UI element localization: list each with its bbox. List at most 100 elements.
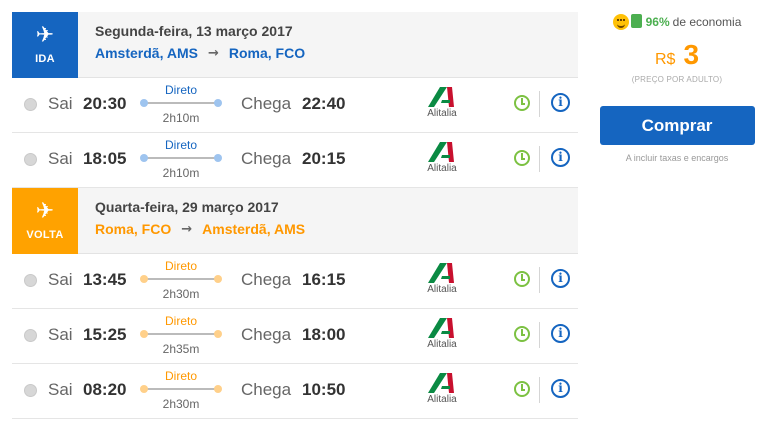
depart-time: 08:20: [83, 380, 127, 399]
route-destination: Roma, FCO: [228, 45, 306, 61]
flight-option[interactable]: Sai 08:20 Direto 2h30m Chega 10:50 Alita…: [12, 364, 578, 419]
economy-percent: 96%: [645, 15, 670, 29]
clock-icon[interactable]: [514, 381, 530, 397]
stops-label: Direto: [164, 259, 197, 273]
airplane-icon: ✈: [35, 23, 55, 48]
divider: [539, 91, 540, 117]
duration: 2h10m: [162, 166, 200, 180]
arrow-right-icon: →: [207, 45, 219, 61]
divider: [539, 377, 540, 403]
flight-radio[interactable]: [24, 329, 37, 342]
airline: Alitalia: [412, 263, 472, 295]
flight-radio[interactable]: [24, 384, 37, 397]
flight-option[interactable]: Sai 18:05 Direto 2h10m Chega 20:15 Alita…: [12, 133, 578, 188]
clock-icon[interactable]: [514, 326, 530, 342]
alitalia-logo-icon: [428, 318, 454, 338]
leg-badge-label: IDA: [35, 53, 55, 65]
arrive-time: 22:40: [302, 94, 346, 113]
route-origin: Roma, FCO: [95, 221, 172, 237]
flight-option[interactable]: Sai 20:30 Direto 2h10m Chega 22:40 Alita…: [12, 78, 578, 133]
info-icon[interactable]: i: [551, 379, 570, 398]
leg-route: Amsterdã, AMS → Roma, FCO: [95, 45, 305, 61]
leg-date: Quarta-feira, 29 março 2017: [95, 199, 279, 215]
route-line: [140, 330, 222, 338]
airline-name: Alitalia: [427, 284, 457, 295]
airline-name: Alitalia: [427, 163, 457, 174]
divider: [539, 146, 540, 172]
alitalia-logo-icon: [428, 87, 454, 107]
arrow-right-icon: →: [181, 221, 193, 237]
taxes-note: A incluir taxas e encargos: [625, 153, 729, 163]
arrive-label: Chega: [241, 149, 292, 168]
clock-icon[interactable]: [514, 150, 530, 166]
route-line: [140, 275, 222, 283]
info-icon[interactable]: i: [551, 93, 570, 112]
price-tag-icon: [630, 14, 642, 28]
duration: 2h35m: [162, 342, 200, 356]
arrive-label: Chega: [241, 380, 292, 399]
arrive-label: Chega: [241, 270, 292, 289]
flight-option[interactable]: Sai 15:25 Direto 2h35m Chega 18:00 Alita…: [12, 309, 578, 364]
depart-label: Sai: [48, 149, 73, 168]
price-currency: R$: [654, 51, 676, 68]
duration: 2h30m: [162, 397, 200, 411]
route-line: [140, 385, 222, 393]
route-line: [140, 154, 222, 162]
duration: 2h10m: [162, 111, 200, 125]
airline: Alitalia: [412, 318, 472, 350]
divider: [539, 267, 540, 293]
alitalia-logo-icon: [428, 263, 454, 283]
clock-icon[interactable]: [514, 95, 530, 111]
depart-time: 13:45: [83, 270, 127, 289]
info-icon[interactable]: i: [551, 324, 570, 343]
route-line: [140, 99, 222, 107]
depart-time: 18:05: [83, 149, 127, 168]
arrive-time: 10:50: [302, 380, 346, 399]
economy-badge: 96% de economia: [596, 12, 758, 32]
leg-volta: ✈ VOLTA Quarta-feira, 29 março 2017 Roma…: [12, 188, 578, 419]
clock-icon[interactable]: [514, 271, 530, 287]
stops-label: Direto: [164, 369, 197, 383]
depart-label: Sai: [48, 94, 73, 113]
depart-time: 15:25: [83, 325, 127, 344]
depart-label: Sai: [48, 325, 73, 344]
price: R$ 3: [596, 39, 758, 71]
leg-header: ✈ IDA Segunda-feira, 13 março 2017 Amste…: [12, 12, 578, 78]
divider: [539, 322, 540, 348]
price-panel: 96% de economia R$ 3 (PREÇO POR ADULTO) …: [596, 12, 758, 163]
flight-radio[interactable]: [24, 274, 37, 287]
alitalia-logo-icon: [428, 142, 454, 162]
leg-badge-label: VOLTA: [26, 229, 64, 241]
flight-radio[interactable]: [24, 98, 37, 111]
airline: Alitalia: [412, 373, 472, 405]
economy-label: de economia: [672, 15, 742, 29]
leg-info: Segunda-feira, 13 março 2017 Amsterdã, A…: [78, 12, 305, 77]
flight-radio[interactable]: [24, 153, 37, 166]
price-per-adult: (PREÇO POR ADULTO): [631, 75, 723, 84]
airline-name: Alitalia: [427, 339, 457, 350]
arrive-label: Chega: [241, 94, 292, 113]
leg-badge-volta: ✈ VOLTA: [12, 188, 78, 254]
info-icon[interactable]: i: [551, 148, 570, 167]
airline-name: Alitalia: [427, 394, 457, 405]
smiley-icon: [612, 14, 629, 30]
airline-name: Alitalia: [427, 108, 457, 119]
route-destination: Amsterdã, AMS: [202, 221, 306, 237]
depart-label: Sai: [48, 270, 73, 289]
stops-label: Direto: [164, 138, 197, 152]
stops-label: Direto: [164, 83, 197, 97]
buy-button[interactable]: Comprar: [599, 106, 755, 145]
leg-info: Quarta-feira, 29 março 2017 Roma, FCO → …: [78, 188, 305, 253]
leg-date: Segunda-feira, 13 março 2017: [95, 23, 293, 39]
route-origin: Amsterdã, AMS: [95, 45, 198, 61]
flight-option[interactable]: Sai 13:45 Direto 2h30m Chega 16:15 Alita…: [12, 254, 578, 309]
arrive-time: 16:15: [302, 270, 346, 289]
airplane-icon: ✈: [35, 199, 55, 224]
stops-label: Direto: [164, 314, 197, 328]
leg-route: Roma, FCO → Amsterdã, AMS: [95, 221, 305, 237]
info-icon[interactable]: i: [551, 269, 570, 288]
leg-badge-ida: ✈ IDA: [12, 12, 78, 78]
arrive-time: 18:00: [302, 325, 346, 344]
airline: Alitalia: [412, 142, 472, 174]
arrive-label: Chega: [241, 325, 292, 344]
